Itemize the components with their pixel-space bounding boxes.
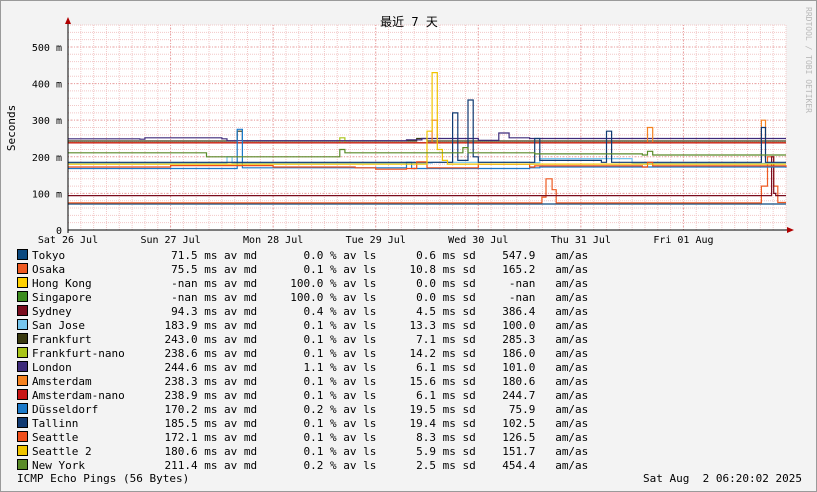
graph-frame: 0 100 m 200 m 300 m 400 m 500 m Sat 26 Jul Sun … bbox=[0, 0, 817, 492]
legend-swatch bbox=[17, 305, 28, 316]
legend-swatch bbox=[17, 459, 28, 470]
legend-swatch bbox=[17, 333, 28, 344]
legend-name: Seattle bbox=[32, 431, 138, 444]
legend-stats: 172.1 ms av md 0.1 % av ls 8.3 ms sd 126… bbox=[137, 431, 589, 444]
legend-stats: 71.5 ms av md 0.0 % av ls 0.6 ms sd 547.… bbox=[137, 249, 589, 262]
legend-name: Frankfurt bbox=[32, 333, 138, 346]
legend-item: New York 211.4 ms av md 0.2 % av ls 2.5 … bbox=[17, 459, 588, 473]
legend-stats: 170.2 ms av md 0.2 % av ls 19.5 ms sd 75… bbox=[137, 403, 589, 416]
legend-name: Amsterdam-nano bbox=[32, 389, 138, 402]
legend-stats: 180.6 ms av md 0.1 % av ls 5.9 ms sd 151… bbox=[137, 445, 589, 458]
legend-name: Seattle 2 bbox=[32, 445, 138, 458]
legend-item: Amsterdam-nano 238.9 ms av md 0.1 % av l… bbox=[17, 389, 588, 403]
legend-name: Amsterdam bbox=[32, 375, 138, 388]
legend-name: London bbox=[32, 361, 138, 374]
x-tick-label: Thu 31 Jul bbox=[551, 235, 611, 246]
legend-stats: 185.5 ms av md 0.1 % av ls 19.4 ms sd 10… bbox=[137, 417, 589, 430]
y-tick-label: 300 m bbox=[32, 116, 62, 127]
y-axis-label: Seconds bbox=[5, 105, 18, 151]
legend-item: Hong Kong -nan ms av md 100.0 % av ls 0.… bbox=[17, 277, 588, 291]
legend-name: Tallinn bbox=[32, 417, 138, 430]
legend-name: San Jose bbox=[32, 319, 138, 332]
legend-item: Singapore -nan ms av md 100.0 % av ls 0.… bbox=[17, 291, 588, 305]
legend-item: Tallinn 185.5 ms av md 0.1 % av ls 19.4 … bbox=[17, 417, 588, 431]
y-tick-label: 200 m bbox=[32, 153, 62, 164]
legend-name: Hong Kong bbox=[32, 277, 138, 290]
legend-swatch bbox=[17, 249, 28, 260]
legend-item: London 244.6 ms av md 1.1 % av ls 6.1 ms… bbox=[17, 361, 588, 375]
legend-stats: 94.3 ms av md 0.4 % av ls 4.5 ms sd 386.… bbox=[137, 305, 589, 318]
legend-name: Osaka bbox=[32, 263, 138, 276]
legend-stats: -nan ms av md 100.0 % av ls 0.0 ms sd -n… bbox=[137, 277, 589, 290]
watermark: RRDTOOL / TOBI OETIKER bbox=[804, 7, 813, 113]
y-axis-arrow-icon bbox=[65, 17, 71, 24]
x-tick-label: Mon 28 Jul bbox=[243, 235, 303, 246]
legend-name: Tokyo bbox=[32, 249, 138, 262]
legend-item: Düsseldorf 170.2 ms av md 0.2 % av ls 19… bbox=[17, 403, 588, 417]
y-tick-label: 100 m bbox=[32, 189, 62, 200]
legend-stats: 244.6 ms av md 1.1 % av ls 6.1 ms sd 101… bbox=[137, 361, 589, 374]
legend-swatch bbox=[17, 361, 28, 372]
legend-name: Sydney bbox=[32, 305, 138, 318]
legend-item: Tokyo 71.5 ms av md 0.0 % av ls 0.6 ms s… bbox=[17, 249, 588, 263]
chart-title: 最近 7 天 bbox=[380, 15, 438, 29]
legend-item: Seattle 2 180.6 ms av md 0.1 % av ls 5.9… bbox=[17, 445, 588, 459]
legend-item: Sydney 94.3 ms av md 0.4 % av ls 4.5 ms … bbox=[17, 305, 588, 319]
legend-item: Seattle 172.1 ms av md 0.1 % av ls 8.3 m… bbox=[17, 431, 588, 445]
legend-name: Frankfurt-nano bbox=[32, 347, 138, 360]
legend-swatch bbox=[17, 277, 28, 288]
legend-swatch bbox=[17, 417, 28, 428]
legend-item: Frankfurt-nano 238.6 ms av md 0.1 % av l… bbox=[17, 347, 588, 361]
legend-swatch bbox=[17, 319, 28, 330]
x-tick-label: Sun 27 Jul bbox=[140, 235, 200, 246]
legend-item: Osaka 75.5 ms av md 0.1 % av ls 10.8 ms … bbox=[17, 263, 588, 277]
legend-swatch bbox=[17, 263, 28, 274]
x-tick-label: Sat 26 Jul bbox=[38, 235, 98, 246]
legend-stats: -nan ms av md 100.0 % av ls 0.0 ms sd -n… bbox=[137, 291, 589, 304]
legend-item: Amsterdam 238.3 ms av md 0.1 % av ls 15.… bbox=[17, 375, 588, 389]
x-tick-label: Wed 30 Jul bbox=[448, 235, 508, 246]
footer-right: Sat Aug 2 06:20:02 2025 bbox=[643, 472, 802, 485]
legend-swatch bbox=[17, 291, 28, 302]
legend-name: Singapore bbox=[32, 291, 138, 304]
legend-item: San Jose 183.9 ms av md 0.1 % av ls 13.3… bbox=[17, 319, 588, 333]
legend-swatch bbox=[17, 445, 28, 456]
y-tick-label: 500 m bbox=[32, 43, 62, 54]
legend-stats: 211.4 ms av md 0.2 % av ls 2.5 ms sd 454… bbox=[137, 459, 589, 472]
legend-name: New York bbox=[32, 459, 138, 472]
legend-name: Düsseldorf bbox=[32, 403, 138, 416]
legend-swatch bbox=[17, 389, 28, 400]
legend-stats: 238.6 ms av md 0.1 % av ls 14.2 ms sd 18… bbox=[137, 347, 589, 360]
legend-stats: 75.5 ms av md 0.1 % av ls 10.8 ms sd 165… bbox=[137, 263, 589, 276]
x-tick-label: Tue 29 Jul bbox=[346, 235, 406, 246]
legend-stats: 238.3 ms av md 0.1 % av ls 15.6 ms sd 18… bbox=[137, 375, 589, 388]
legend-stats: 238.9 ms av md 0.1 % av ls 6.1 ms sd 244… bbox=[137, 389, 589, 402]
legend-swatch bbox=[17, 431, 28, 442]
footer-left: ICMP Echo Pings (56 Bytes) bbox=[17, 472, 190, 485]
legend-item: Frankfurt 243.0 ms av md 0.1 % av ls 7.1… bbox=[17, 333, 588, 347]
legend-stats: 183.9 ms av md 0.1 % av ls 13.3 ms sd 10… bbox=[137, 319, 589, 332]
legend-swatch bbox=[17, 375, 28, 386]
legend-swatch bbox=[17, 403, 28, 414]
legend-swatch bbox=[17, 347, 28, 358]
x-axis-arrow-icon bbox=[787, 227, 794, 233]
y-tick-label: 400 m bbox=[32, 80, 62, 91]
x-tick-label: Fri 01 Aug bbox=[653, 235, 713, 246]
legend-stats: 243.0 ms av md 0.1 % av ls 7.1 ms sd 285… bbox=[137, 333, 589, 346]
